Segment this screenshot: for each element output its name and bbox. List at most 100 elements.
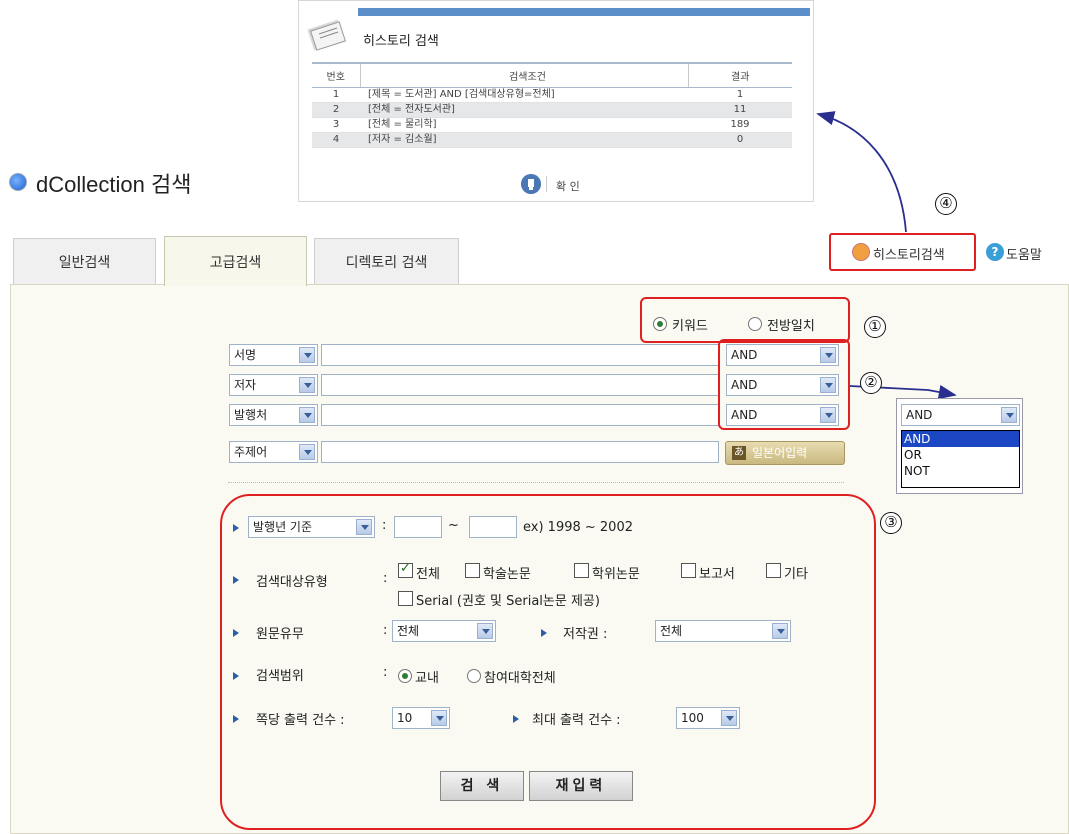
search-button[interactable]: 검 색: [440, 771, 524, 801]
document-icon: [307, 19, 346, 51]
chevron-down-icon: [299, 377, 315, 393]
callout-4: ④: [935, 193, 957, 215]
tab-advanced-search[interactable]: 고급검색: [164, 236, 307, 286]
ok-icon[interactable]: [521, 174, 541, 194]
row-number: 3: [312, 117, 360, 133]
per-page-value: 10: [397, 711, 413, 725]
table-row[interactable]: 2 [전체 = 전자도서관] 11: [312, 102, 792, 118]
doctype-thesis-checkbox[interactable]: [574, 563, 589, 578]
doctype-thesis-label: 학위논문: [592, 567, 640, 582]
row-condition[interactable]: [전체 = 물리학]: [360, 117, 688, 133]
chevron-down-icon: [299, 407, 315, 423]
operator-select-2[interactable]: AND: [726, 374, 839, 396]
keyword-label: 키워드: [672, 319, 708, 334]
field-select-4[interactable]: 주제어: [229, 441, 318, 463]
column-header-result: 결과: [687, 62, 792, 88]
colon: :: [383, 623, 388, 638]
scope-all-radio[interactable]: [467, 669, 481, 683]
doctype-all-label: 전체: [416, 567, 440, 582]
history-table-header: 번호 검색조건 결과: [312, 62, 792, 88]
doctype-report-checkbox[interactable]: [681, 563, 696, 578]
search-input-3[interactable]: [321, 404, 719, 426]
japanese-input-label: 일본어입력: [752, 446, 808, 460]
operator-select-3[interactable]: AND: [726, 404, 839, 426]
doctype-all-checkbox[interactable]: [398, 561, 413, 578]
reset-button[interactable]: 재입력: [529, 771, 633, 801]
prefix-match-radio[interactable]: [748, 317, 762, 331]
max-results-select[interactable]: 100: [676, 707, 740, 729]
table-row[interactable]: 1 [제목 = 도서관] AND [검색대상유형=전체] 1: [312, 87, 792, 103]
help-link[interactable]: 도움말: [1006, 244, 1042, 263]
field-select-value: 발행처: [234, 408, 268, 422]
copyright-select[interactable]: 전체: [655, 620, 791, 642]
japanese-input-button[interactable]: あ 일본어입력: [725, 441, 845, 465]
search-input-4[interactable]: [321, 441, 719, 463]
row-number: 4: [312, 132, 360, 148]
field-select-value: 서명: [234, 348, 257, 362]
column-header-condition: 검색조건: [359, 62, 688, 88]
row-number: 2: [312, 102, 360, 118]
keyword-radio[interactable]: [653, 317, 667, 331]
help-icon[interactable]: ?: [986, 243, 1004, 261]
bullet-icon: [233, 524, 239, 532]
dropdown-option-not[interactable]: NOT: [902, 463, 1019, 479]
operator-dropdown-list[interactable]: AND OR NOT: [901, 430, 1020, 488]
doctype-report-label: 보고서: [699, 567, 735, 582]
callout-2: ②: [860, 372, 882, 394]
chevron-down-icon: [477, 623, 493, 639]
year-basis-select[interactable]: 발행년 기준: [248, 516, 375, 538]
per-page-select[interactable]: 10: [392, 707, 450, 729]
chevron-down-icon: [431, 710, 447, 726]
field-select-3[interactable]: 발행처: [229, 404, 318, 426]
dropdown-option-and[interactable]: AND: [902, 431, 1019, 447]
colon: :: [383, 665, 388, 680]
year-example: ex) 1998 ~ 2002: [523, 520, 633, 535]
row-condition[interactable]: [제목 = 도서관] AND [검색대상유형=전체]: [360, 87, 688, 103]
search-input-2[interactable]: [321, 374, 719, 396]
japanese-char-icon: あ: [732, 446, 746, 460]
doctype-journal-checkbox[interactable]: [465, 563, 480, 578]
field-select-2[interactable]: 저자: [229, 374, 318, 396]
confirm-button[interactable]: 확 인: [556, 178, 580, 194]
table-row[interactable]: 3 [전체 = 물리학] 189: [312, 117, 792, 133]
operator-dropdown-select[interactable]: AND: [901, 404, 1020, 426]
range-tilde: ~: [448, 518, 459, 533]
tab-basic-search[interactable]: 일반검색: [13, 238, 156, 284]
colon: :: [383, 571, 388, 586]
doctype-other-label: 기타: [784, 567, 808, 582]
fulltext-value: 전체: [397, 624, 420, 638]
max-results-label: 최대 출력 건수 :: [532, 713, 621, 728]
row-number: 1: [312, 87, 360, 103]
fulltext-label: 원문유무: [256, 627, 304, 642]
scope-campus-radio[interactable]: [398, 669, 412, 683]
year-from-input[interactable]: [394, 516, 442, 538]
bullet-icon: [233, 576, 239, 584]
operator-dropdown-value: AND: [906, 408, 933, 422]
fulltext-select[interactable]: 전체: [392, 620, 496, 642]
year-to-input[interactable]: [469, 516, 517, 538]
doctype-serial-checkbox[interactable]: [398, 591, 413, 606]
doctype-other-checkbox[interactable]: [766, 563, 781, 578]
history-person-icon[interactable]: [852, 243, 870, 261]
chevron-down-icon: [820, 377, 836, 393]
year-basis-value: 발행년 기준: [253, 520, 313, 534]
column-header-number: 번호: [312, 62, 360, 88]
operator-value: AND: [731, 408, 758, 422]
chevron-down-icon: [721, 710, 737, 726]
field-select-1[interactable]: 서명: [229, 344, 318, 366]
history-search-link[interactable]: 히스토리검색: [873, 244, 945, 263]
row-condition[interactable]: [전체 = 전자도서관]: [360, 102, 688, 118]
chevron-down-icon: [356, 519, 372, 535]
copyright-value: 전체: [660, 624, 683, 638]
operator-select-1[interactable]: AND: [726, 344, 839, 366]
row-condition[interactable]: [저자 = 김소월]: [360, 132, 688, 148]
field-select-value: 주제어: [234, 445, 268, 459]
row-result: 189: [688, 117, 792, 133]
chevron-down-icon: [1001, 407, 1017, 423]
divider: [546, 176, 547, 192]
table-row[interactable]: 4 [저자 = 김소월] 0: [312, 132, 792, 148]
dropdown-option-or[interactable]: OR: [902, 447, 1019, 463]
search-input-1[interactable]: [321, 344, 719, 366]
doc-type-label: 검색대상유형: [256, 575, 328, 590]
tab-directory-search[interactable]: 디렉토리 검색: [314, 238, 459, 284]
